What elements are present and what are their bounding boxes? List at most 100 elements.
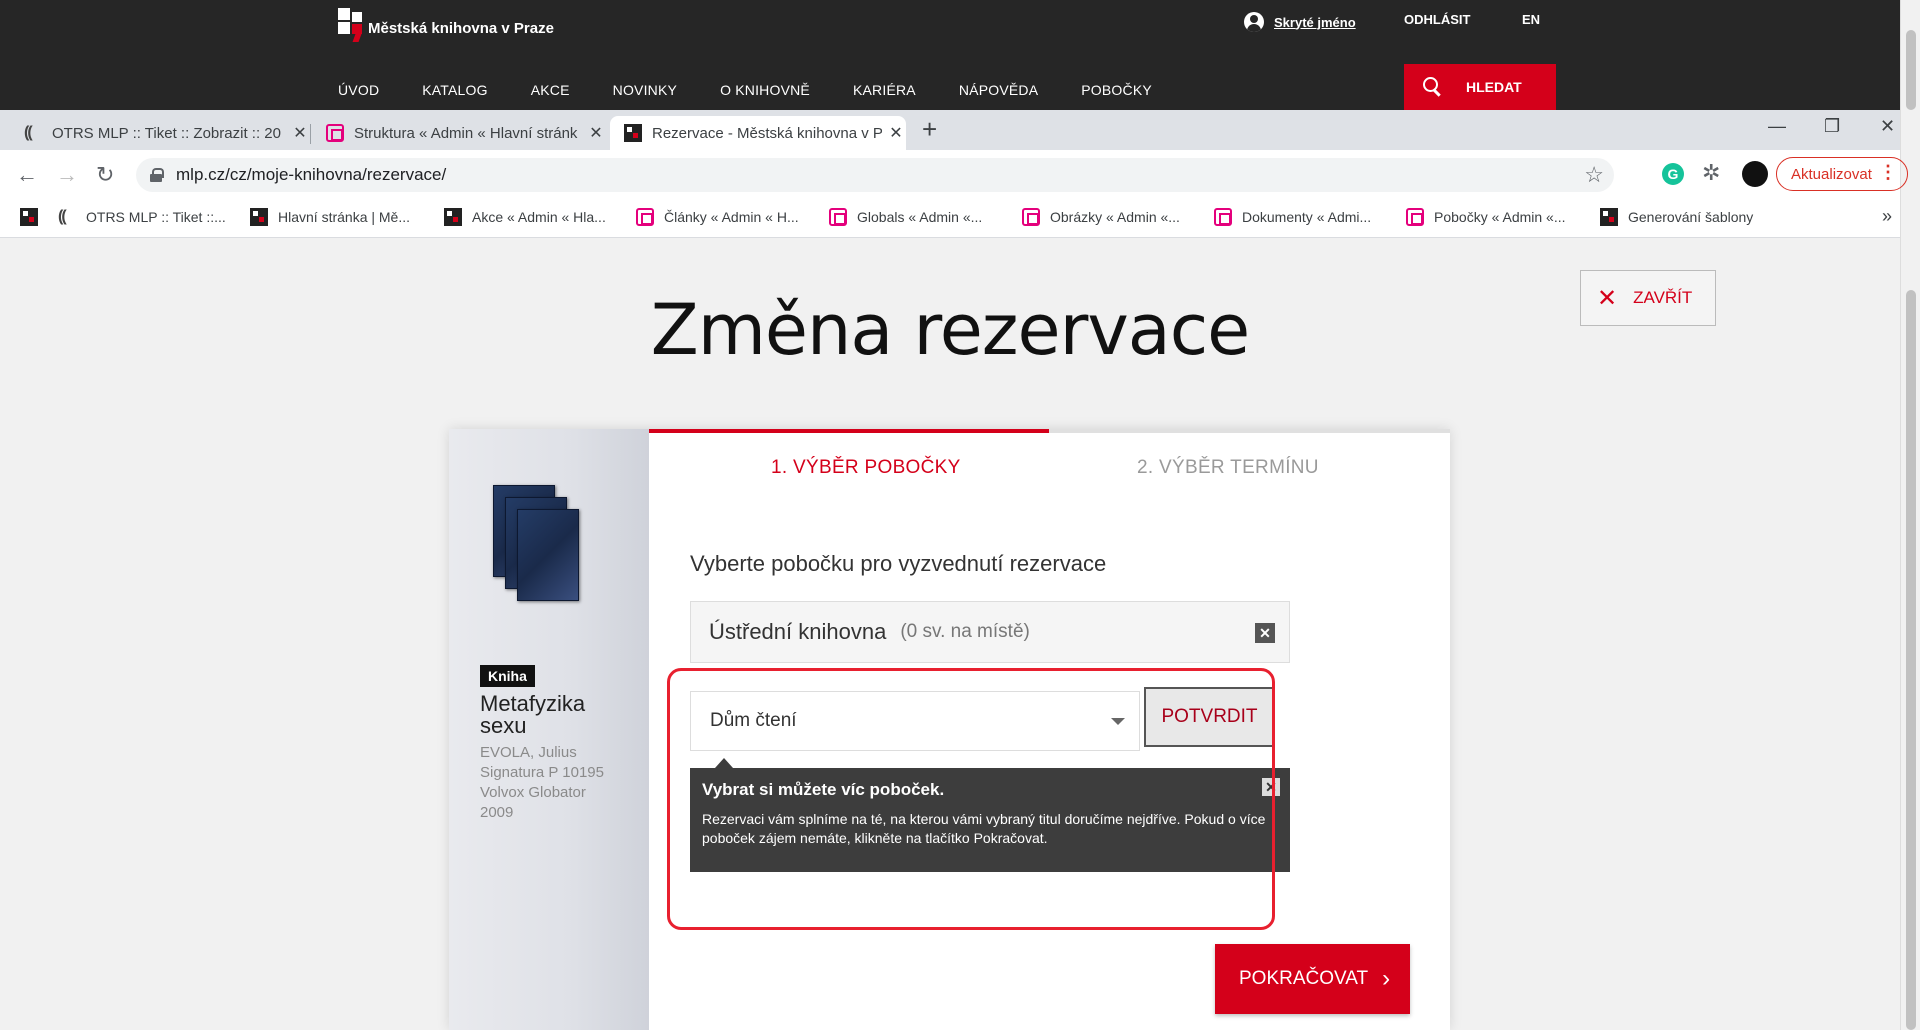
remove-branch-icon[interactable]: ✕ [1255,623,1275,643]
admin-icon [636,208,654,226]
chevron-right-icon: › [1382,965,1391,992]
bookmark-label: Hlavní stránka | Mě... [278,209,411,225]
bookmark-akce[interactable]: Akce « Admin « Hla... [444,208,606,226]
bookmark-label: Články « Admin « H... [664,209,799,225]
site-logo[interactable]: Městská knihovna v Praze [338,8,554,42]
tab-rezervace[interactable]: Rezervace - Městská knihovna v P ✕ [610,116,906,150]
bookmark-generovani-sablony[interactable]: Generování šablony [1600,208,1753,226]
extensions-icon[interactable]: ✲ [1702,160,1720,186]
tab-title: OTRS MLP :: Tiket :: Zobrazit :: 20 [52,124,281,142]
book-signature: Signatura P 10195 [480,764,604,781]
address-input[interactable]: mlp.cz/cz/moje-knihovna/rezervace/ ☆ [136,158,1614,192]
nav-item-kariera[interactable]: KARIÉRA [853,82,916,98]
nav-item-katalog[interactable]: KATALOG [422,82,487,98]
logout-link[interactable]: ODHLÁSIT [1404,12,1470,27]
bookmark-mlp[interactable] [20,208,48,226]
document-type-badge: Kniha [480,665,535,687]
user-name-link[interactable]: Skryté jméno [1274,15,1356,30]
logo-text: Městská knihovna v Praze [368,19,554,37]
step-progress-bar [649,429,1450,433]
language-switch[interactable]: EN [1522,12,1540,27]
grammarly-icon[interactable]: G [1662,163,1684,185]
url-text: mlp.cz/cz/moje-knihovna/rezervace/ [176,165,447,184]
new-tab-button[interactable]: + [922,114,937,145]
bookmark-hlavni-stranka[interactable]: Hlavní stránka | Mě... [250,208,410,226]
mlp-icon [20,208,38,226]
close-icon: ✕ [1597,284,1618,312]
bookmark-otrs[interactable]: (( OTRS MLP :: Tiket ::... [58,208,226,226]
user-icon [1244,12,1264,32]
search-button[interactable]: HLEDAT [1404,64,1556,110]
branch-dropdown[interactable]: Dům čtení [690,691,1140,751]
lock-icon[interactable] [150,168,164,182]
step-1-branch: 1. VÝBĚR POBOČKY [771,457,961,478]
tooltip-title: Vybrat si můžete víc poboček. [702,780,945,799]
bookmark-globals[interactable]: Globals « Admin «... [829,208,982,226]
admin-icon [1214,208,1232,226]
nav-item-o-knihovne[interactable]: O KNIHOVNĚ [720,82,810,98]
tab-otrs[interactable]: (( OTRS MLP :: Tiket :: Zobrazit :: 20 ✕ [10,116,310,150]
search-icon [1422,76,1444,98]
bookmark-obrazky[interactable]: Obrázky « Admin «... [1022,208,1180,226]
admin-icon [1022,208,1040,226]
nav-item-napoveda[interactable]: NÁPOVĚDA [959,82,1038,98]
book-author: EVOLA, Julius [480,744,577,761]
main-nav: ÚVOD KATALOG AKCE NOVINKY O KNIHOVNĚ KAR… [338,82,1195,98]
update-label: Aktualizovat [1791,165,1872,183]
book-panel: Kniha Metafyzika sexu EVOLA, Julius Sign… [449,429,649,1030]
forward-icon[interactable]: → [56,162,78,188]
close-tab-icon[interactable]: ✕ [886,123,906,143]
close-tab-icon[interactable]: ✕ [290,123,310,143]
profile-avatar[interactable] [1742,161,1768,187]
bookmark-clanky[interactable]: Články « Admin « H... [636,208,799,226]
bookmark-label: Dokumenty « Admi... [1242,209,1372,225]
close-label: ZAVŘÍT [1633,288,1693,307]
mlp-icon [624,124,642,142]
nav-item-uvod[interactable]: ÚVOD [338,82,379,98]
step-2-date: 2. VÝBĚR TERMÍNU [1137,457,1319,478]
restore-icon[interactable]: ❐ [1824,116,1840,137]
back-icon[interactable]: ← [16,162,38,188]
nav-item-novinky[interactable]: NOVINKY [613,82,677,98]
tooltip-close-icon[interactable]: ✕ [1262,778,1280,796]
window-close-icon[interactable]: ✕ [1880,116,1895,137]
page-scrollbar[interactable] [1900,0,1920,1030]
continue-button[interactable]: POKRAČOVAT › [1215,944,1410,1014]
scrollbar-thumb[interactable] [1906,290,1916,1030]
bookmark-label: Akce « Admin « Hla... [472,209,606,225]
minimize-icon[interactable]: — [1768,116,1786,137]
tab-title: Rezervace - Městská knihovna v P [652,124,883,142]
admin-icon [1406,208,1424,226]
scrollbar-thumb-top[interactable] [1906,30,1916,110]
site-header: Městská knihovna v Praze Skryté jméno OD… [0,0,1900,110]
bookmark-label: Obrázky « Admin «... [1050,209,1180,225]
close-tab-icon[interactable]: ✕ [586,123,606,143]
bookmark-pobocky[interactable]: Pobočky « Admin «... [1406,208,1566,226]
nav-item-akce[interactable]: AKCE [531,82,570,98]
otrs-icon: (( [24,124,33,141]
browser-tab-bar: (( OTRS MLP :: Tiket :: Zobrazit :: 20 ✕… [0,110,1900,150]
reservation-card: Kniha Metafyzika sexu EVOLA, Julius Sign… [449,429,1450,1030]
address-bar-row: ← → ↻ mlp.cz/cz/moje-knihovna/rezervace/… [0,150,1908,200]
tab-divider [310,124,311,144]
admin-icon [326,124,344,142]
nav-item-pobocky[interactable]: POBOČKY [1081,82,1152,98]
confirm-button[interactable]: POTVRDIT [1144,687,1275,747]
bookmark-label: Generování šablony [1628,209,1754,225]
template-icon [1600,208,1618,226]
tab-struktura[interactable]: Struktura « Admin « Hlavní stránk ✕ [312,116,606,150]
close-button[interactable]: ✕ ZAVŘÍT [1580,270,1716,326]
user-account[interactable]: Skryté jméno [1244,12,1356,32]
reload-icon[interactable]: ↻ [96,162,114,188]
bookmark-label: Globals « Admin «... [857,209,983,225]
search-label: HLEDAT [1466,79,1522,95]
book-cover-image [493,485,579,605]
bookmark-label: OTRS MLP :: Tiket ::... [86,209,226,225]
admin-icon [829,208,847,226]
selected-branch-chip: Ústřední knihovna (0 sv. na místě) ✕ [690,601,1290,663]
bookmarks-more-icon[interactable]: » [1882,206,1892,227]
bookmark-star-icon[interactable]: ☆ [1584,162,1604,188]
bookmark-dokumenty[interactable]: Dokumenty « Admi... [1214,208,1371,226]
menu-dots-icon[interactable]: ⋮ [1879,162,1897,183]
update-button[interactable]: Aktualizovat ⋮ [1776,157,1908,191]
